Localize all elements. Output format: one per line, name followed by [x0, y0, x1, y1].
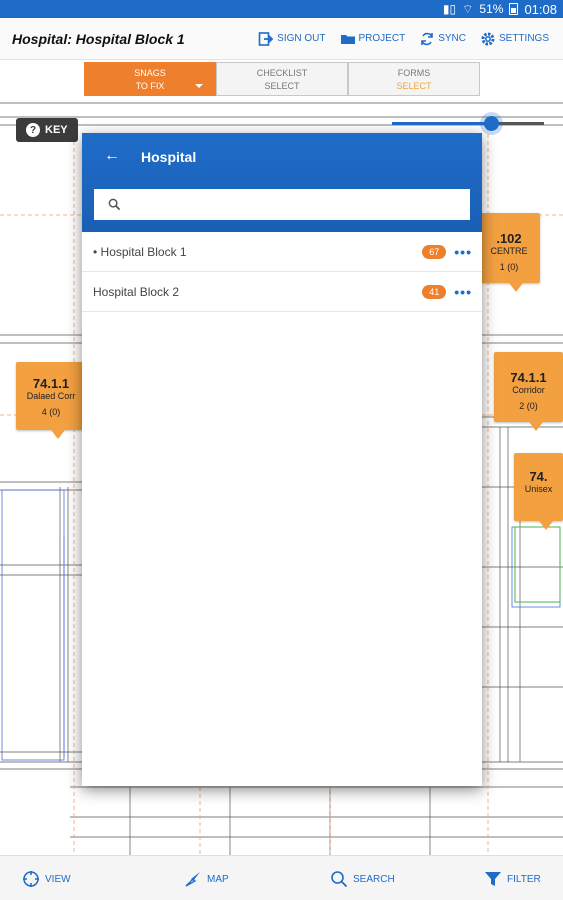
count-badge: 67	[422, 244, 447, 259]
crosshair-icon	[23, 871, 39, 887]
project-button[interactable]: PROJECT	[340, 31, 405, 47]
list-item[interactable]: • Hospital Block 1 67 •••	[82, 232, 482, 272]
search-icon	[331, 871, 348, 888]
settings-button[interactable]: SETTINGS	[480, 31, 549, 47]
wifi-icon: ⌔	[462, 1, 474, 16]
filter-icon	[485, 872, 501, 886]
panel-title: Hospital	[141, 149, 197, 165]
help-icon: ?	[26, 123, 40, 137]
chevron-down-icon	[195, 84, 203, 88]
map-button[interactable]: MAP	[184, 870, 229, 888]
tab-snags[interactable]: SNAGS TO FIX	[84, 62, 216, 96]
tab-checklist[interactable]: CHECKLIST SELECT	[216, 62, 348, 96]
status-bar: ▮▯ ⌔ 51% 01:08	[0, 0, 563, 18]
zoom-slider-thumb[interactable]	[484, 116, 499, 131]
more-options-icon[interactable]: •••	[454, 284, 472, 300]
clock: 01:08	[524, 1, 557, 17]
sync-button[interactable]: SYNC	[419, 31, 466, 47]
tab-bar: SNAGS TO FIX CHECKLIST SELECT FORMS SELE…	[84, 62, 480, 96]
count-badge: 41	[422, 284, 447, 299]
snag-pin[interactable]: .102 CENTRE 1 (0)	[478, 213, 540, 292]
snag-pin[interactable]: 74.1.1 Dalaed Corr 4 (0)	[16, 362, 86, 439]
search-button[interactable]: SEARCH	[330, 870, 395, 888]
tab-forms[interactable]: FORMS SELECT	[348, 62, 480, 96]
zoom-slider-fill	[392, 122, 493, 125]
panel-header: ← Hospital	[82, 133, 482, 232]
panel-search[interactable]	[94, 189, 470, 220]
compass-icon	[185, 872, 200, 887]
signal-icon: ▮▯	[442, 2, 457, 16]
filter-button[interactable]: FILTER	[484, 870, 541, 888]
folder-icon	[340, 34, 355, 44]
more-options-icon[interactable]: •••	[454, 244, 472, 260]
battery-icon	[509, 3, 519, 15]
back-arrow-icon[interactable]: ←	[104, 147, 120, 165]
sign-out-icon	[258, 31, 274, 46]
search-icon	[108, 198, 121, 211]
zoom-slider[interactable]	[392, 116, 544, 131]
battery-level: 51%	[479, 2, 504, 16]
snag-pin[interactable]: 74. Unisex	[514, 453, 563, 530]
sign-out-button[interactable]: SIGN OUT	[258, 31, 326, 47]
search-input[interactable]	[129, 197, 470, 212]
zoom-slider-rest	[498, 122, 544, 125]
page-title: Hospital: Hospital Block 1	[12, 30, 185, 47]
sync-icon	[421, 32, 433, 45]
gear-icon	[481, 32, 495, 45]
view-button[interactable]: VIEW	[22, 870, 71, 888]
app-bar: Hospital: Hospital Block 1 SIGN OUT PROJ…	[0, 18, 563, 60]
bottom-nav: VIEW MAP SEARCH FILTER	[0, 855, 563, 900]
key-button[interactable]: ? KEY	[16, 118, 78, 142]
snag-pin[interactable]: 74.1.1 Corridor 2 (0)	[494, 352, 563, 431]
location-panel: ← Hospital • Hospital Block 1 67 ••• Hos…	[82, 133, 482, 786]
list-item[interactable]: Hospital Block 2 41 •••	[82, 272, 482, 312]
